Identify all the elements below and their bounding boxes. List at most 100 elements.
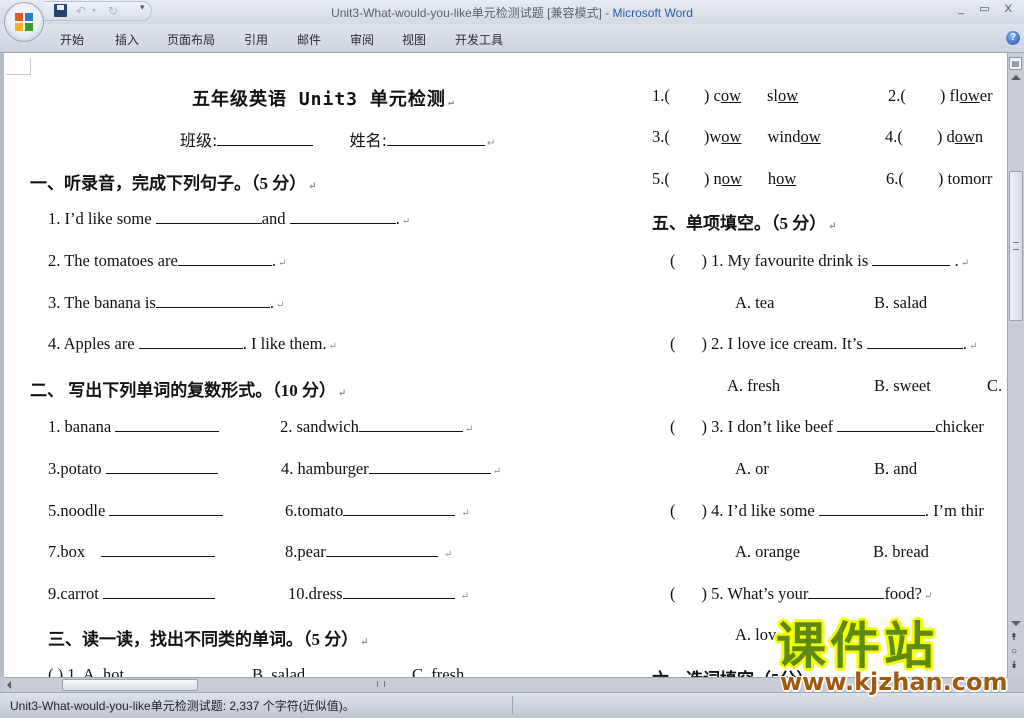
phonics-item-3: 3.()wow window: [652, 127, 821, 147]
item-text: h: [767, 169, 777, 188]
section-3-heading-text: 三、读一读，找出不同类的单词。（5 分）: [48, 630, 359, 649]
answer-paren[interactable]: (: [670, 334, 676, 353]
grip-icon: [377, 681, 385, 687]
scroll-up-arrow-icon[interactable]: [1011, 75, 1021, 80]
paragraph-mark: ↵: [492, 466, 502, 477]
horizontal-scrollbar[interactable]: [4, 677, 1007, 692]
section-1-item-3: 3. The banana is. ↵: [48, 293, 284, 313]
answer-blank[interactable]: [155, 293, 270, 308]
answer-blank[interactable]: [343, 501, 456, 516]
tab-mailings[interactable]: 邮件: [297, 31, 321, 48]
tab-home[interactable]: 开始: [60, 31, 84, 48]
tab-review[interactable]: 审阅: [350, 31, 374, 48]
name-blank[interactable]: [387, 131, 485, 146]
doc-title-text: 五年级英语 Unit3 单元检测: [192, 89, 446, 110]
tab-developer[interactable]: 开发工具: [455, 31, 503, 48]
item-text: ) d: [936, 127, 955, 146]
answer-blank[interactable]: [818, 501, 925, 516]
undo-dropdown-icon[interactable]: ▾: [92, 4, 96, 18]
answer-blank[interactable]: [102, 584, 215, 599]
word: 5.noodle: [48, 501, 106, 520]
answer-blank[interactable]: [155, 209, 262, 224]
redo-icon[interactable]: ↻: [108, 4, 118, 18]
answer-blank[interactable]: [325, 542, 438, 557]
question-text: ) 1. My favourite drink is: [701, 251, 873, 270]
select-browse-object-icon[interactable]: ○: [1011, 647, 1017, 657]
item-text: n: [974, 127, 984, 146]
mc-2-option-c: C. l: [987, 376, 1007, 395]
scroll-left-arrow-icon[interactable]: [7, 681, 11, 689]
section-3-heading: 三、读一读，找出不同类的单词。（5 分） ↵: [48, 625, 369, 650]
save-icon[interactable]: [54, 4, 67, 17]
answer-paren[interactable]: (: [670, 584, 676, 603]
previous-page-icon[interactable]: ⯭: [1011, 633, 1017, 643]
class-name-line: 班级: 姓名: ↵: [180, 127, 495, 151]
item-text: ) n: [703, 169, 722, 188]
item-text: C. fresh: [412, 665, 465, 677]
answer-blank[interactable]: [342, 584, 455, 599]
tab-page-layout[interactable]: 页面布局: [167, 31, 215, 48]
scroll-down-arrow-icon[interactable]: [1011, 621, 1021, 626]
answer-blank[interactable]: [105, 459, 218, 474]
view-ruler-icon[interactable]: ▤: [1009, 57, 1022, 70]
mc-question-3: () 3. I don’t like beef chicker: [670, 417, 984, 437]
customize-qat-icon[interactable]: ▾: [140, 2, 145, 13]
answer-blank[interactable]: [872, 251, 951, 266]
phonics-item-2: 2.() flower: [888, 86, 993, 106]
item-text: ) fl: [939, 86, 960, 105]
tab-references[interactable]: 引用: [244, 31, 268, 48]
underlined-letters: ow: [721, 169, 742, 188]
section-1-item-1: 1. I’d like some and . ↵: [48, 209, 410, 229]
answer-blank[interactable]: [358, 417, 463, 432]
vertical-scroll-thumb[interactable]: [1009, 171, 1023, 321]
paragraph-mark: ↵: [924, 591, 933, 602]
item-text: )w: [703, 127, 722, 146]
underlined-letters: ow: [959, 86, 980, 105]
paragraph-mark: ↵: [360, 637, 369, 648]
paragraph-mark: ↵: [328, 341, 337, 352]
item-text: .: [269, 293, 274, 312]
word: 7.box: [48, 542, 86, 561]
answer-blank[interactable]: [177, 251, 272, 266]
mc-2-option-b: B. sweet: [874, 376, 931, 395]
underlined-letters: ow: [720, 86, 741, 105]
question-text: ) 5. What’s your: [701, 584, 809, 603]
document-canvas[interactable]: 五年级英语 Unit3 单元检测 ↵ 班级: 姓名: ↵ 一、听录音，完成下列句子。…: [0, 53, 1007, 677]
answer-blank[interactable]: [109, 501, 224, 516]
tab-view[interactable]: 视图: [402, 31, 426, 48]
answer-blank[interactable]: [866, 334, 963, 349]
paragraph-mark: ↵: [443, 549, 453, 560]
word: 10.dress: [288, 584, 343, 603]
horizontal-scroll-thumb[interactable]: [62, 679, 198, 691]
window-controls[interactable]: _ ▭ X: [958, 2, 1018, 15]
word-count-status[interactable]: Unit3-What-would-you-like单元检测试题: 2,337 个…: [10, 697, 355, 714]
item-text: 3. The banana is: [48, 293, 156, 312]
help-icon[interactable]: ?: [1006, 31, 1020, 45]
underlined-letters: ow: [721, 127, 742, 146]
answer-paren[interactable]: (: [670, 251, 676, 270]
item-text: ( ) 1. A. hot: [48, 665, 125, 677]
answer-blank[interactable]: [837, 417, 936, 432]
section-5-heading-text: 五、单项填空。（5 分）: [652, 214, 827, 233]
answer-blank[interactable]: [101, 542, 216, 557]
question-text: ) 2. I love ice cream. It’s: [701, 334, 867, 353]
section-3-item-1: ( ) 1. A. hot: [48, 665, 124, 677]
answer-paren[interactable]: (: [670, 417, 676, 436]
office-button[interactable]: [4, 2, 44, 42]
mc-1-option-b: B. salad: [874, 293, 928, 312]
answer-blank[interactable]: [138, 334, 243, 349]
answer-blank[interactable]: [289, 209, 396, 224]
class-blank[interactable]: [217, 131, 314, 146]
vertical-scrollbar[interactable]: ▤ ⯭ ○ ⯯: [1007, 53, 1024, 677]
answer-blank[interactable]: [808, 584, 885, 599]
item-text: 1. I’d like some: [48, 209, 156, 228]
next-page-icon[interactable]: ⯯: [1011, 661, 1017, 671]
tab-insert[interactable]: 插入: [115, 31, 139, 48]
question-text: .: [950, 251, 959, 270]
item-num: 1.(: [652, 86, 670, 105]
answer-blank[interactable]: [368, 459, 491, 474]
answer-blank[interactable]: [115, 417, 220, 432]
answer-paren[interactable]: (: [670, 501, 676, 520]
undo-icon[interactable]: ↶: [76, 4, 86, 18]
paragraph-mark: ↵: [969, 341, 978, 352]
